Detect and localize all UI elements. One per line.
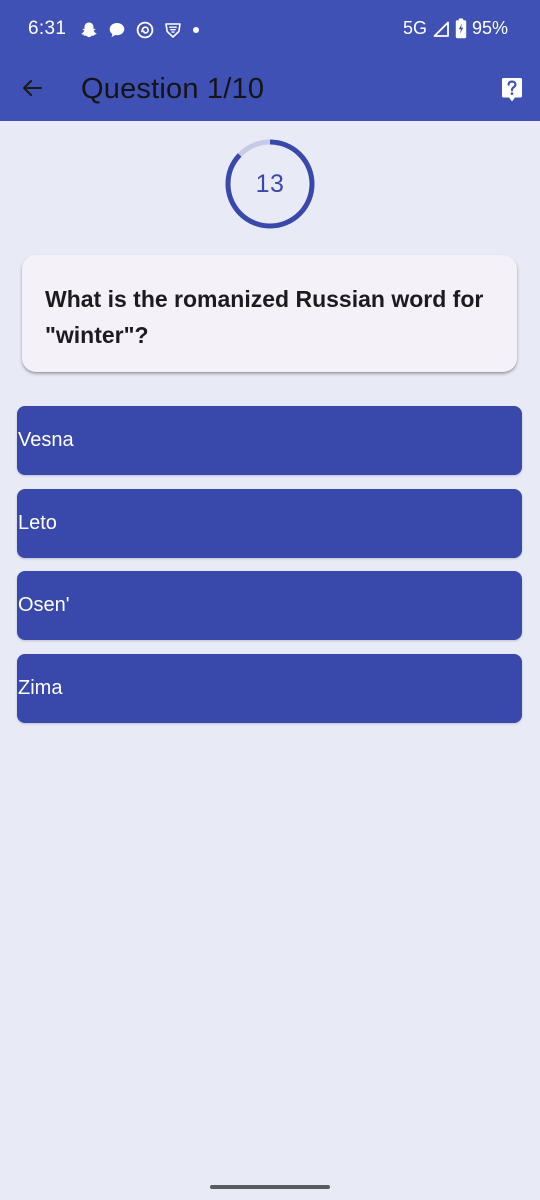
answer-button-osen[interactable]: Osen' xyxy=(17,571,522,640)
network-type: 5G xyxy=(402,18,427,38)
help-box-icon xyxy=(501,78,523,107)
status-time: 6:31 xyxy=(28,18,67,39)
answer-button-leto[interactable]: Leto xyxy=(17,488,522,558)
status-indicators: 5G 95% xyxy=(403,18,508,39)
signal-icon xyxy=(432,20,450,38)
notification-icons xyxy=(80,19,200,41)
answer-label: Osen' xyxy=(18,594,70,616)
battery-charging-icon xyxy=(455,18,467,39)
answer-label: Vesna xyxy=(18,429,74,451)
timer-seconds: 13 xyxy=(255,169,285,198)
answer-button-zima[interactable]: Zima xyxy=(17,653,522,723)
arrow-left-icon xyxy=(21,77,43,104)
battery-level: 95% xyxy=(471,18,508,38)
chat-bubble-icon xyxy=(108,21,126,39)
back-button[interactable] xyxy=(16,74,48,106)
app-bar: Question 1/10 xyxy=(0,60,540,121)
app-swirl-icon xyxy=(136,21,154,39)
gesture-navigation-bar[interactable] xyxy=(210,1185,330,1189)
page-title: Question 1/10 xyxy=(81,73,265,105)
question-text: What is the romanized Russian word for "… xyxy=(45,286,484,348)
answer-label: Zima xyxy=(18,676,63,699)
status-bar: 6:31 5G 95% xyxy=(0,0,540,60)
help-button[interactable] xyxy=(501,77,523,103)
question-card: What is the romanized Russian word for "… xyxy=(22,255,517,372)
more-notifications-dot-icon xyxy=(192,26,200,34)
snapchat-icon xyxy=(80,21,98,39)
answer-label: Leto xyxy=(18,511,57,534)
answer-list: Vesna Leto Osen' Zima xyxy=(17,406,522,736)
answer-button-vesna[interactable]: Vesna xyxy=(17,406,522,475)
countdown-timer: 13 xyxy=(224,138,316,230)
shield-app-icon xyxy=(164,21,182,39)
